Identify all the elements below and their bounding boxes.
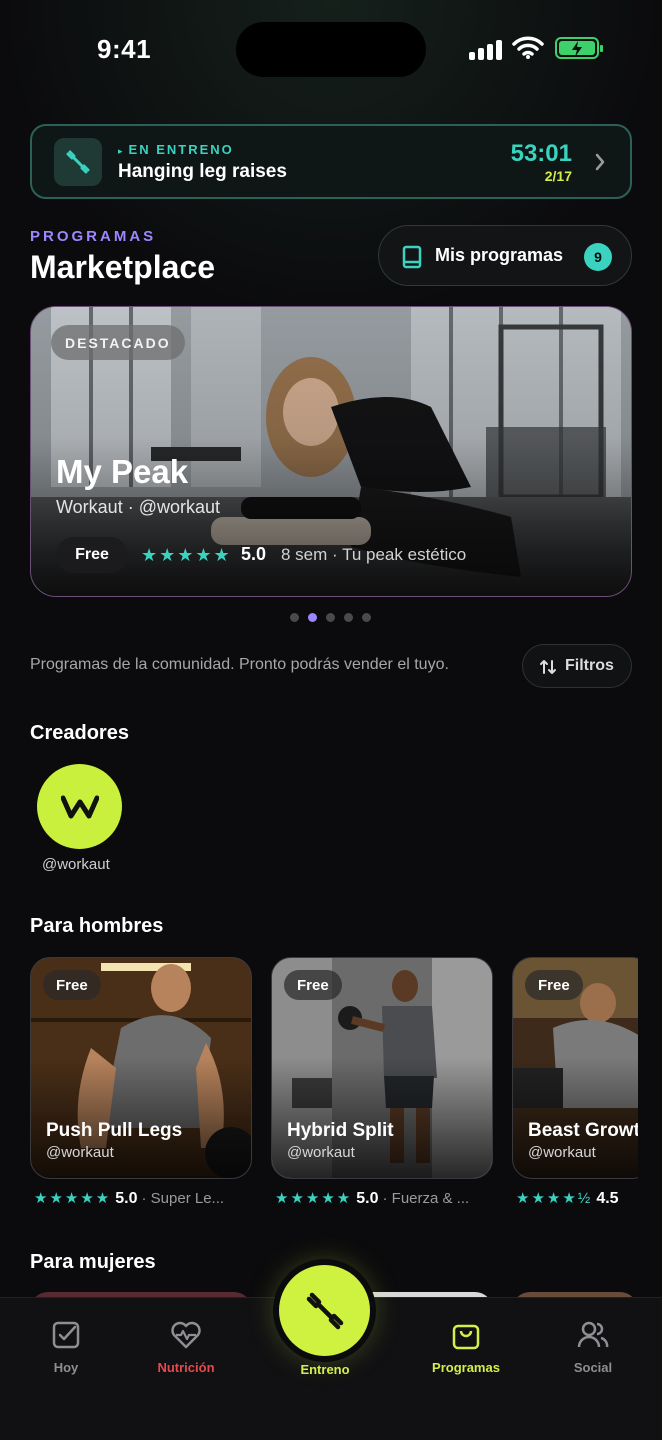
men-section-heading: Para hombres	[30, 915, 164, 937]
rating-stars: ★★★★★	[275, 1190, 353, 1207]
program-rating-row: ★★★★★ 5.0 · Fuerza & ...	[275, 1189, 469, 1208]
community-description: Programas de la comunidad. Pronto podrás…	[30, 656, 449, 673]
live-label: ▸ EN ENTRENO	[118, 142, 234, 157]
status-bar: 9:41	[0, 0, 662, 100]
wifi-icon	[512, 36, 544, 59]
featured-creator: Workaut · @workaut	[56, 497, 220, 517]
nav-label: Programas	[432, 1360, 500, 1375]
my-programs-count-badge: 9	[584, 243, 612, 271]
clock: 9:41	[97, 34, 152, 64]
program-card[interactable]: Free Push Pull Legs @workaut	[30, 957, 252, 1179]
users-icon	[577, 1321, 609, 1348]
program-name: Push Pull Legs	[46, 1120, 183, 1141]
my-programs-label: Mis programas	[435, 245, 564, 265]
program-name: Hybrid Split	[287, 1120, 394, 1141]
dumbbell-icon	[54, 138, 102, 186]
rating-value: 5.0	[356, 1190, 379, 1207]
dynamic-island	[236, 22, 426, 77]
carousel-dot[interactable]	[362, 613, 371, 622]
nav-item-entreno[interactable]	[279, 1265, 370, 1356]
program-card[interactable]: Free Hybrid Split @workaut	[271, 957, 493, 1179]
carousel-dot[interactable]	[344, 613, 353, 622]
price-badge: Free	[43, 970, 101, 1000]
program-rating-row: ★★★★½ 4.5	[516, 1189, 619, 1208]
featured-stars: ★★★★★	[141, 545, 232, 565]
featured-badge: DESTACADO	[51, 325, 185, 360]
shopping-bag-icon	[452, 1324, 480, 1350]
live-workout-banner[interactable]: ▸ EN ENTRENO Hanging leg raises 53:01 2/1…	[30, 124, 632, 199]
creator-handle: @workaut	[42, 856, 110, 873]
program-creator: @workaut	[528, 1144, 596, 1161]
my-programs-button[interactable]: Mis programas 9	[378, 225, 632, 286]
chevron-right-icon	[595, 153, 605, 171]
rating-value: 5.0	[115, 1190, 138, 1207]
nav-label: Hoy	[53, 1360, 79, 1375]
program-description: · Fuerza & ...	[382, 1190, 470, 1207]
featured-program-card[interactable]: DESTACADO My Peak Workaut · @workaut Fre…	[30, 306, 632, 597]
price-badge: Free	[284, 970, 342, 1000]
women-section-heading: Para mujeres	[30, 1251, 156, 1273]
carousel-dot-active[interactable]	[308, 613, 317, 622]
carousel-dots[interactable]	[290, 613, 374, 623]
workaut-logo	[60, 795, 99, 818]
nav-item-social[interactable]: Social	[548, 1316, 638, 1380]
checkbox-icon	[52, 1321, 80, 1349]
featured-rating: 5.0	[241, 544, 267, 564]
signal-icon	[469, 38, 503, 60]
nav-item-hoy[interactable]: Hoy	[21, 1316, 111, 1380]
carousel-dot[interactable]	[290, 613, 299, 622]
sort-icon	[540, 660, 556, 674]
program-card[interactable]: Free Beast Growth @workaut	[512, 957, 652, 1179]
featured-title: My Peak	[56, 453, 189, 490]
nav-label: Social	[573, 1360, 613, 1375]
creator-avatar-workaut[interactable]	[37, 764, 122, 849]
filters-button[interactable]: Filtros	[522, 644, 632, 688]
battery-icon	[555, 37, 603, 59]
current-exercise: Hanging leg raises	[118, 161, 287, 182]
carousel-dot[interactable]	[326, 613, 335, 622]
exercise-progress: 2/17	[544, 168, 572, 184]
program-creator: @workaut	[287, 1144, 355, 1161]
filters-label: Filtros	[565, 657, 614, 674]
program-description: · Super Le...	[141, 1190, 225, 1207]
nav-item-programas[interactable]: Programas	[421, 1316, 511, 1380]
rating-value: 4.5	[596, 1190, 619, 1207]
price-badge: Free	[525, 970, 583, 1000]
program-name: Beast Growth	[528, 1120, 652, 1141]
creators-heading: Creadores	[30, 722, 129, 744]
section-eyebrow: PROGRAMAS	[30, 228, 157, 245]
nav-label: Nutrición	[157, 1360, 215, 1375]
nav-item-nutricion[interactable]: Nutrición	[141, 1316, 231, 1380]
rating-stars: ★★★★½	[516, 1190, 593, 1207]
workout-timer: 53:01	[510, 140, 572, 167]
nav-label: Entreno	[300, 1362, 350, 1377]
featured-price-badge: Free	[56, 537, 128, 573]
page-title: Marketplace	[30, 249, 215, 285]
program-rating-row: ★★★★★ 5.0 · Super Le...	[34, 1189, 224, 1208]
book-icon	[402, 245, 422, 269]
featured-meta: 8 sem · Tu peak estético	[281, 545, 467, 564]
program-creator: @workaut	[46, 1144, 114, 1161]
heart-pulse-icon	[171, 1321, 201, 1349]
dumbbell-icon	[306, 1292, 343, 1329]
rating-stars: ★★★★★	[34, 1190, 112, 1207]
